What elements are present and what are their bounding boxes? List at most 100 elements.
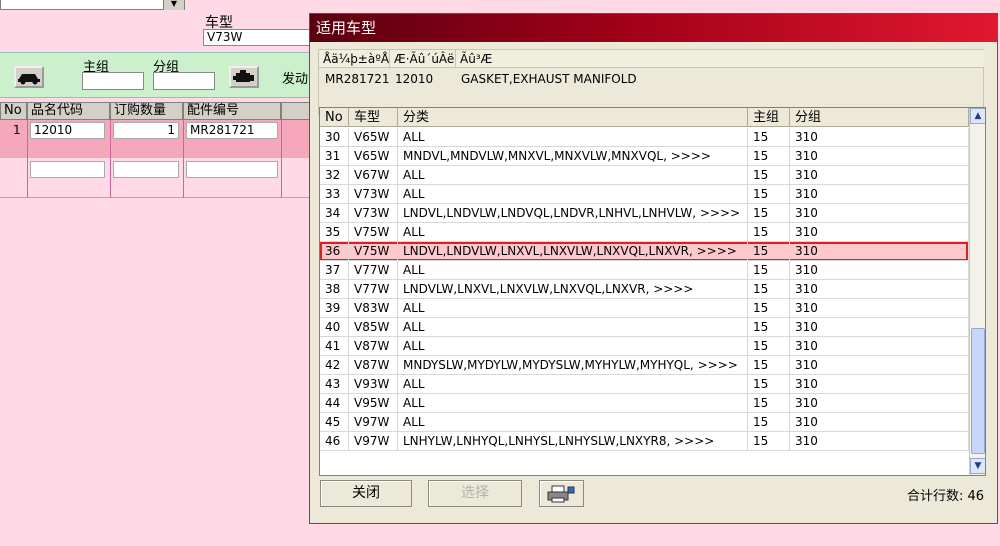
info-part-no: MR281721: [325, 72, 390, 86]
print-button[interactable]: [539, 480, 584, 507]
cell-no: 43: [320, 375, 349, 394]
cell-sub-group: 310: [790, 185, 969, 204]
grid-divider: [27, 120, 28, 198]
table-row[interactable]: 35 V75W ALL 15 310: [320, 223, 969, 242]
scroll-down-icon[interactable]: ▼: [970, 458, 985, 474]
scrollbar-thumb[interactable]: [971, 328, 985, 454]
grid-cell-code[interactable]: 12010: [30, 122, 105, 139]
table-row[interactable]: 34 V73W LNDVL,LNDVLW,LNDVQL,LNDVR,LNHVL,LN…: [320, 204, 969, 223]
cell-cartype: V93W: [349, 375, 398, 394]
table-row[interactable]: 38 V77W LNDVLW,LNXVL,LNXVLW,LNXVQL,LNXVR, …: [320, 280, 969, 299]
engine-button[interactable]: [229, 66, 259, 88]
cell-category: ALL: [398, 318, 748, 337]
vertical-scrollbar[interactable]: ▲ ▼: [969, 108, 985, 475]
table-row[interactable]: 37 V77W ALL 15 310: [320, 261, 969, 280]
cell-cartype: V73W: [349, 185, 398, 204]
cell-sub-group: 310: [790, 128, 969, 147]
applicable-models-dialog: 适用车型 Åä¼þ±àºÅ Æ·Ãû´úÂë Ãû³Æ MR281721 120…: [309, 13, 998, 524]
grid-cell-code-empty[interactable]: [30, 161, 105, 178]
dialog-title[interactable]: 适用车型: [310, 14, 997, 42]
grid-header-no: No: [0, 102, 27, 120]
combo-box[interactable]: [0, 0, 185, 10]
cell-main-group: 15: [748, 204, 790, 223]
combo-dropdown-icon[interactable]: ▼: [163, 0, 184, 10]
column-header-cartype[interactable]: 车型: [349, 108, 398, 127]
cell-category: LNDVLW,LNXVL,LNXVLW,LNXVQL,LNXVR, >>>>: [398, 280, 748, 299]
scroll-up-icon[interactable]: ▲: [970, 108, 985, 124]
table-row[interactable]: 41 V87W ALL 15 310: [320, 337, 969, 356]
column-header-sub-group[interactable]: 分组: [790, 108, 969, 127]
car-icon: [18, 74, 40, 85]
table-row[interactable]: 32 V67W ALL 15 310: [320, 166, 969, 185]
main-group-field[interactable]: [82, 72, 144, 90]
cartype-field[interactable]: V73W: [203, 29, 311, 46]
car-button[interactable]: [14, 66, 44, 88]
cell-category: LNDVL,LNDVLW,LNXVL,LNXVLW,LNXVQL,LNXVR, …: [398, 242, 748, 261]
table-row[interactable]: 31 V65W MNDVL,MNDVLW,MNXVL,MNXVLW,MNXVQL, …: [320, 147, 969, 166]
cell-cartype: V65W: [349, 147, 398, 166]
cell-cartype: V65W: [349, 128, 398, 147]
cell-category: ALL: [398, 128, 748, 147]
cell-main-group: 15: [748, 299, 790, 318]
cell-sub-group: 310: [790, 166, 969, 185]
cell-cartype: V97W: [349, 432, 398, 451]
cell-category: ALL: [398, 166, 748, 185]
cell-main-group: 15: [748, 185, 790, 204]
cell-category: ALL: [398, 337, 748, 356]
table-row[interactable]: 42 V87W MNDYSLW,MYDYLW,MYDYSLW,MYHYLW,MYHY…: [320, 356, 969, 375]
cell-category: ALL: [398, 375, 748, 394]
cell-sub-group: 310: [790, 280, 969, 299]
cell-main-group: 15: [748, 242, 790, 261]
cell-no: 46: [320, 432, 349, 451]
column-header-main-group[interactable]: 主组: [748, 108, 790, 127]
cell-no: 34: [320, 204, 349, 223]
cell-no: 40: [320, 318, 349, 337]
table-row[interactable]: 44 V95W ALL 15 310: [320, 394, 969, 413]
engine-icon: [233, 70, 254, 82]
cell-sub-group: 310: [790, 147, 969, 166]
cell-main-group: 15: [748, 356, 790, 375]
cell-category: MNDVL,MNDVLW,MNXVL,MNXVLW,MNXVQL, >>>>: [398, 147, 748, 166]
grid-header-extra: [281, 102, 310, 120]
cell-category: ALL: [398, 299, 748, 318]
table-row[interactable]: 43 V93W ALL 15 310: [320, 375, 969, 394]
close-button[interactable]: 关闭: [320, 480, 412, 507]
column-header-category[interactable]: 分类: [398, 108, 748, 127]
table-row[interactable]: 46 V97W LNHYLW,LNHYQL,LNHYSL,LNHYSLW,LNXYR…: [320, 432, 969, 451]
select-button[interactable]: 选择: [428, 480, 522, 507]
table-row[interactable]: 40 V85W ALL 15 310: [320, 318, 969, 337]
cell-sub-group: 310: [790, 337, 969, 356]
cell-category: LNDVL,LNDVLW,LNDVQL,LNDVR,LNHVL,LNHVLW, …: [398, 204, 748, 223]
info-header-part-no: Åä¼þ±àºÅ: [319, 50, 389, 68]
table-row[interactable]: 33 V73W ALL 15 310: [320, 185, 969, 204]
column-header-no[interactable]: No: [320, 108, 349, 127]
grid-cell-part-empty[interactable]: [186, 161, 278, 178]
table-row[interactable]: 36 V75W LNDVL,LNDVLW,LNXVL,LNXVLW,LNXVQL,L…: [320, 242, 969, 261]
cell-sub-group: 310: [790, 204, 969, 223]
grid-divider: [183, 120, 184, 198]
grid-header-part: 配件编号: [183, 102, 281, 120]
cell-no: 38: [320, 280, 349, 299]
cell-main-group: 15: [748, 413, 790, 432]
cell-sub-group: 310: [790, 375, 969, 394]
cell-cartype: V77W: [349, 261, 398, 280]
grid-cell-part[interactable]: MR281721: [186, 122, 278, 139]
cell-no: 33: [320, 185, 349, 204]
cell-category: ALL: [398, 185, 748, 204]
cell-category: ALL: [398, 394, 748, 413]
cell-category: LNHYLW,LNHYQL,LNHYSL,LNHYSLW,LNXYR8, >>>…: [398, 432, 748, 451]
cell-main-group: 15: [748, 223, 790, 242]
cell-cartype: V77W: [349, 280, 398, 299]
grid-cell-qty-empty[interactable]: [113, 161, 179, 178]
table-row[interactable]: 45 V97W ALL 15 310: [320, 413, 969, 432]
cell-cartype: V87W: [349, 356, 398, 375]
grid-cell-qty[interactable]: 1: [113, 122, 179, 139]
sub-group-field[interactable]: [153, 72, 215, 90]
grid-cell-no: 1: [13, 123, 21, 137]
table-row[interactable]: 39 V83W ALL 15 310: [320, 299, 969, 318]
grid-divider: [110, 120, 111, 198]
cell-cartype: V87W: [349, 337, 398, 356]
table-row[interactable]: 30 V65W ALL 15 310: [320, 128, 969, 147]
cell-main-group: 15: [748, 375, 790, 394]
cell-sub-group: 310: [790, 356, 969, 375]
